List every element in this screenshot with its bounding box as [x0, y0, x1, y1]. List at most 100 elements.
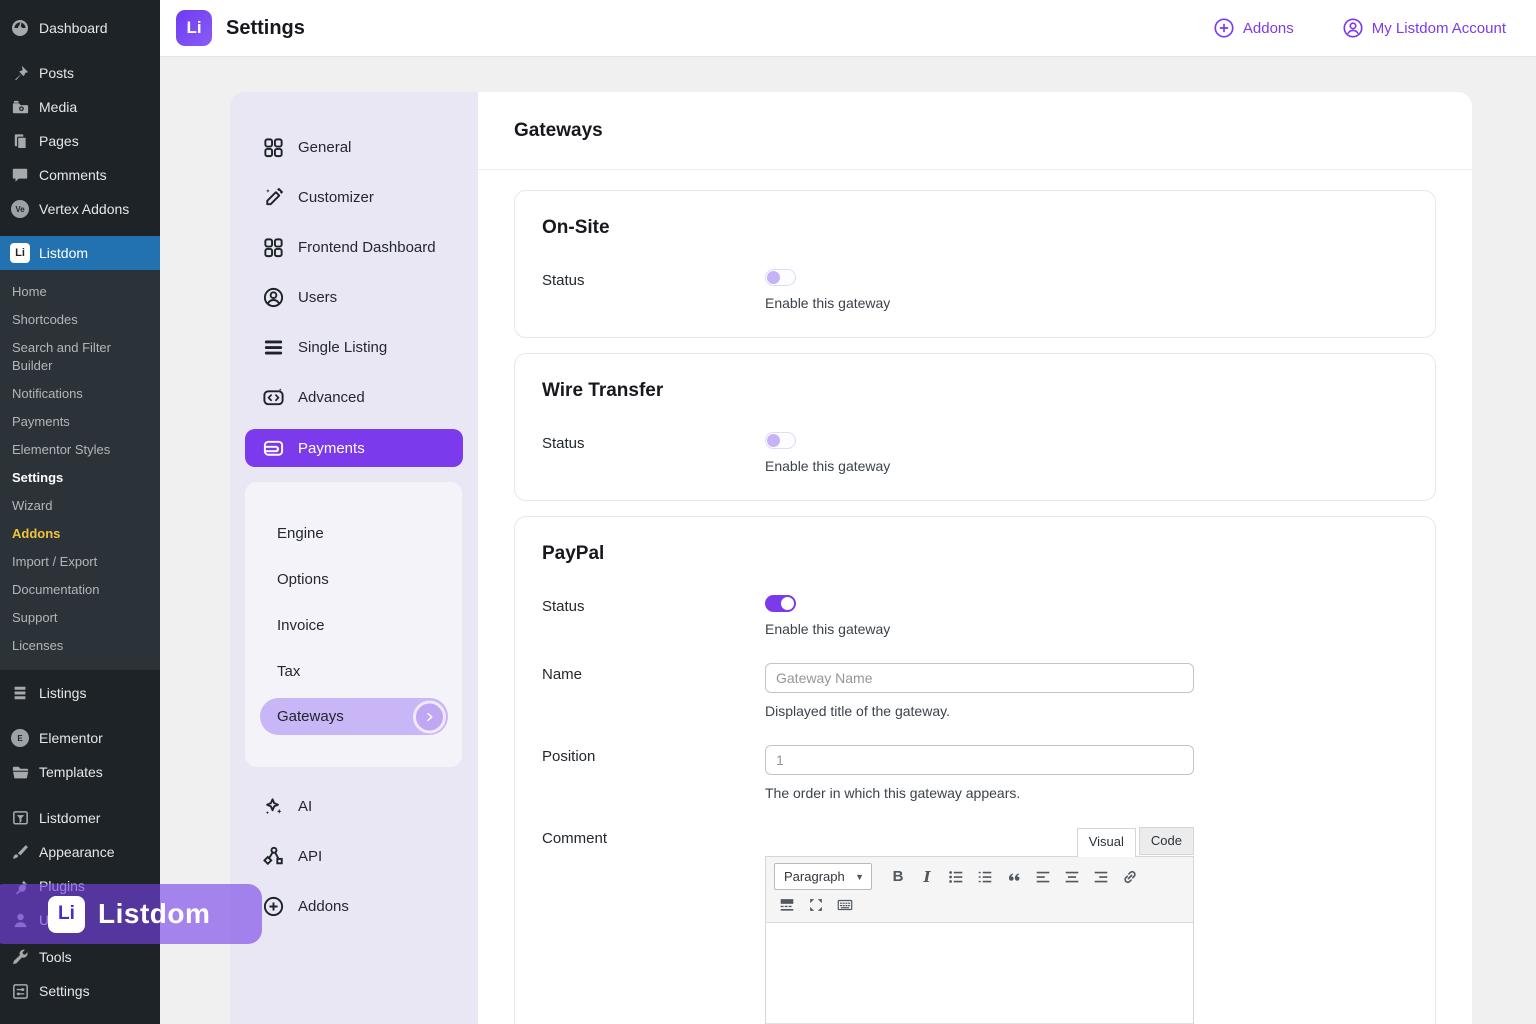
payments-sub-engine[interactable]: Engine	[245, 510, 462, 556]
settings-nav-frontend-dashboard[interactable]: Frontend Dashboard	[230, 222, 478, 272]
folder-icon	[10, 762, 30, 782]
sidebar-item-listdom[interactable]: Li Listdom	[0, 236, 160, 270]
align-right-button[interactable]	[1088, 865, 1114, 889]
code-box-icon	[262, 386, 285, 409]
gateway-card-paypal: PayPal Status Enable this gateway Name D…	[514, 516, 1436, 1024]
sidebar-item-vertex-addons[interactable]: Ve Vertex Addons	[0, 192, 160, 226]
sidebar-item-templates[interactable]: Templates	[0, 755, 160, 789]
submenu-item-notifications[interactable]: Notifications	[0, 380, 160, 408]
comment-row: Comment Visual Code Paragraph▼ B	[542, 827, 1408, 1024]
sidebar-item-tools[interactable]: Tools	[0, 940, 160, 974]
sparkle-icon	[262, 795, 285, 818]
wp-lower-menu: Listings EElementor Templates Listdomer …	[0, 670, 160, 1008]
settings-nav-users[interactable]: Users	[230, 272, 478, 322]
payments-sub-tax[interactable]: Tax	[245, 648, 462, 694]
submenu-item-search-filter-builder[interactable]: Search and Filter Builder	[0, 334, 160, 380]
payments-submenu-card: Engine Options Invoice Tax Gateways	[245, 482, 462, 767]
sidebar-item-comments[interactable]: Comments	[0, 158, 160, 192]
field-label: Name	[542, 663, 765, 719]
sidebar-item-label: Media	[39, 99, 77, 115]
sidebar-item-listdomer[interactable]: Listdomer	[0, 801, 160, 835]
listdom-li-icon: Li	[10, 243, 30, 263]
pushpin-icon	[10, 63, 30, 83]
payments-sub-options[interactable]: Options	[245, 556, 462, 602]
sidebar-item-label: Tools	[39, 949, 72, 965]
submenu-item-shortcodes[interactable]: Shortcodes	[0, 306, 160, 334]
settings-nav-ai[interactable]: AI	[230, 781, 478, 831]
field-helper: The order in which this gateway appears.	[765, 785, 1194, 801]
settings-nav-payments-active[interactable]: Payments	[245, 429, 463, 467]
account-icon	[1342, 17, 1364, 39]
vertex-addons-icon: Ve	[10, 199, 30, 219]
fullscreen-button[interactable]	[803, 893, 829, 917]
bold-button[interactable]: B	[885, 865, 911, 889]
overlay-label: Listdom	[98, 898, 210, 930]
camera-icon	[10, 97, 30, 117]
elementor-icon: E	[10, 728, 30, 748]
sidebar-item-pages[interactable]: Pages	[0, 124, 160, 158]
align-center-button[interactable]	[1059, 865, 1085, 889]
payments-sub-gateways-active[interactable]: Gateways	[260, 698, 448, 735]
settings-nav-single-listing[interactable]: Single Listing	[230, 322, 478, 372]
wire-status-toggle[interactable]	[765, 432, 796, 449]
sidebar-item-settings[interactable]: Settings	[0, 974, 160, 1008]
onsite-status-toggle[interactable]	[765, 269, 796, 286]
payments-sub-invoice[interactable]: Invoice	[245, 602, 462, 648]
sidebar-item-appearance[interactable]: Appearance	[0, 835, 160, 869]
submenu-item-payments[interactable]: Payments	[0, 408, 160, 436]
position-row: Position The order in which this gateway…	[542, 745, 1408, 801]
submenu-item-import-export[interactable]: Import / Export	[0, 548, 160, 576]
submenu-item-home[interactable]: Home	[0, 278, 160, 306]
link-button[interactable]	[1117, 865, 1143, 889]
paragraph-format-select[interactable]: Paragraph▼	[774, 863, 872, 890]
sidebar-item-label: Elementor	[39, 730, 103, 746]
numbered-list-button[interactable]	[972, 865, 998, 889]
editor-tab-code[interactable]: Code	[1139, 827, 1194, 855]
sidebar-separator	[0, 226, 160, 236]
keyboard-shortcuts-button[interactable]	[832, 893, 858, 917]
sidebar-item-dashboard[interactable]: Dashboard	[0, 11, 160, 45]
settings-nav-addons[interactable]: Addons	[230, 881, 478, 931]
main-body: On-Site Status Enable this gateway Wire …	[478, 170, 1472, 1024]
blockquote-button[interactable]	[1001, 865, 1027, 889]
gateway-name-input[interactable]	[765, 663, 1194, 693]
sidebar-item-label: Listdom	[39, 245, 88, 261]
settings-nav-customizer[interactable]: Customizer	[230, 172, 478, 222]
editor-tab-visual[interactable]: Visual	[1077, 828, 1136, 857]
sidebar-item-media[interactable]: Media	[0, 90, 160, 124]
stack-icon	[10, 683, 30, 703]
addons-link[interactable]: Addons	[1213, 17, 1294, 39]
editor-content-area[interactable]	[766, 923, 1193, 1023]
paypal-status-toggle[interactable]	[765, 595, 796, 612]
section-title: Gateways	[514, 120, 603, 142]
my-listdom-account-link[interactable]: My Listdom Account	[1342, 17, 1506, 39]
gateway-position-input[interactable]	[765, 745, 1194, 775]
submenu-item-wizard[interactable]: Wizard	[0, 492, 160, 520]
settings-nav-advanced[interactable]: Advanced	[230, 372, 478, 422]
sliders-icon	[10, 981, 30, 1001]
settings-nav-api[interactable]: API	[230, 831, 478, 881]
sidebar-separator	[0, 45, 160, 56]
align-left-button[interactable]	[1030, 865, 1056, 889]
italic-button[interactable]: I	[914, 865, 940, 889]
sidebar-item-label: Pages	[39, 133, 79, 149]
settings-nav-general[interactable]: General	[230, 122, 478, 172]
bulleted-list-button[interactable]	[943, 865, 969, 889]
submenu-item-addons[interactable]: Addons	[0, 520, 160, 548]
submenu-item-licenses[interactable]: Licenses	[0, 632, 160, 660]
submenu-item-settings[interactable]: Settings	[0, 464, 160, 492]
chevron-right-icon[interactable]	[413, 700, 446, 733]
read-more-button[interactable]	[774, 893, 800, 917]
pencil-sparkle-icon	[262, 186, 285, 209]
sidebar-item-elementor[interactable]: E Elementor	[0, 721, 160, 755]
sidebar-item-listings[interactable]: Listings	[0, 676, 160, 710]
list-bars-icon	[262, 336, 285, 359]
submenu-item-documentation[interactable]: Documentation	[0, 576, 160, 604]
grid-icon	[262, 136, 285, 159]
gateway-card-onsite: On-Site Status Enable this gateway	[514, 190, 1436, 338]
submenu-item-elementor-styles[interactable]: Elementor Styles	[0, 436, 160, 464]
sidebar-item-posts[interactable]: Posts	[0, 56, 160, 90]
funnel-frame-icon	[10, 808, 30, 828]
sidebar-item-label: Vertex Addons	[39, 201, 129, 217]
submenu-item-support[interactable]: Support	[0, 604, 160, 632]
